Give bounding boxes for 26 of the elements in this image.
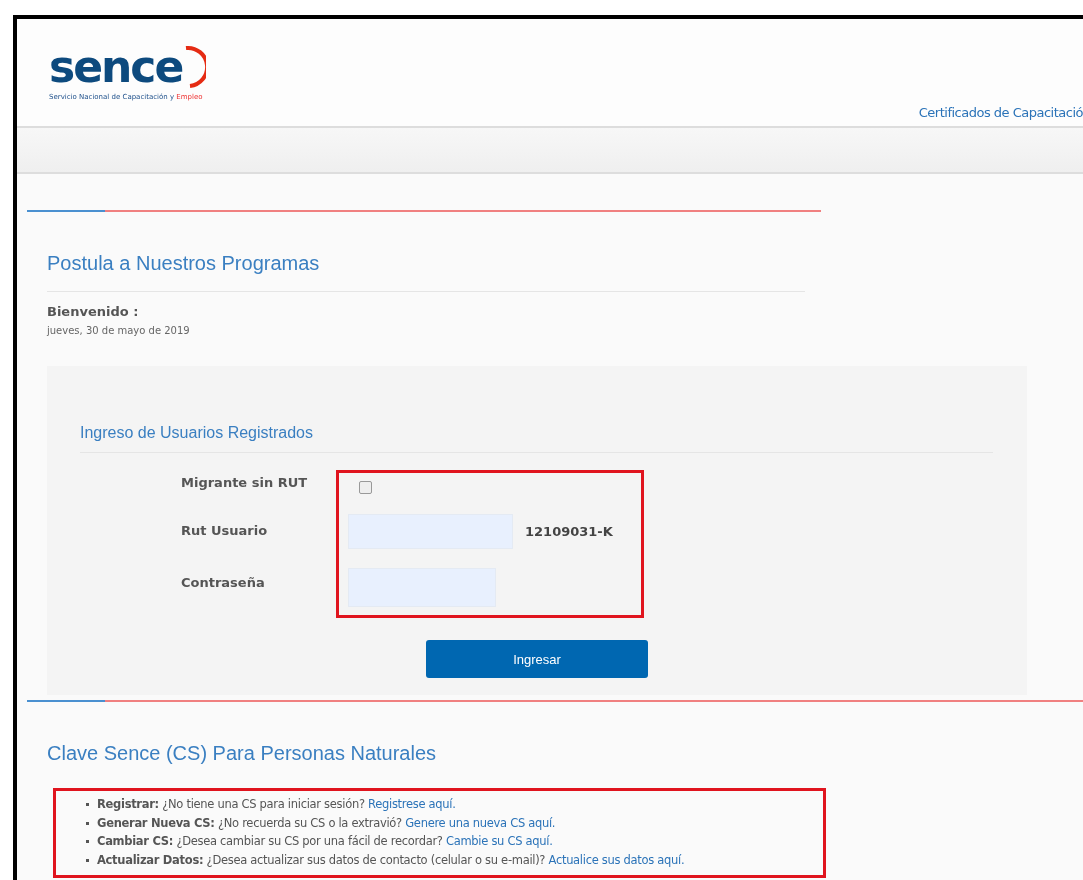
section-title: Postula a Nuestros Programas	[47, 252, 321, 275]
field-label: Migrante sin RUT	[181, 475, 309, 492]
bullet-icon	[86, 803, 89, 806]
login-button[interactable]: Ingresar	[426, 640, 648, 678]
action-link[interactable]: Actualice sus datos aquí.	[548, 852, 685, 867]
bullet-icon	[86, 840, 89, 843]
login-title: Ingreso de Usuarios Registrados	[80, 424, 314, 442]
field-label: Contraseña	[181, 575, 266, 592]
welcome-label: Bienvenido :	[47, 304, 140, 319]
list-text: Cambiar CS: ¿Desea cambiar su CS por una fácil de recordar? Cambie su CS aquí.	[97, 833, 553, 850]
list-text: Registrar: ¿No tiene una CS para iniciar sesión? Registrese aquí.	[97, 796, 456, 813]
migrant-checkbox[interactable]	[359, 481, 372, 494]
date-text: jueves, 30 de mayo de 2019	[47, 325, 191, 336]
action-link[interactable]: Cambie su CS aquí.	[446, 834, 553, 848]
rut-note: 12109031-K	[525, 524, 613, 539]
logo-wordmark: sence	[49, 45, 183, 89]
action-link[interactable]: Genere una nueva CS aquí.	[405, 815, 556, 830]
field-label: Rut Usuario	[181, 523, 269, 540]
list-text: Generar Nueva CS: ¿No recuerda su CS o la extravió? Genere una nueva CS aquí.	[97, 814, 556, 832]
logo-ring-icon	[184, 45, 207, 89]
action-link[interactable]: Registrese aquí.	[368, 797, 456, 811]
section-title: Clave Sence (CS) Para Personas Naturales	[47, 742, 438, 765]
list-text: Actualizar Datos: ¿Desea actualizar sus datos de contacto (celular o su e-mail)? Actualice sus datos aquí.	[97, 851, 685, 869]
bullet-icon	[86, 858, 89, 862]
certificates-link[interactable]: Certificados de Capacitació	[918, 105, 1083, 120]
bullet-icon	[86, 821, 89, 825]
